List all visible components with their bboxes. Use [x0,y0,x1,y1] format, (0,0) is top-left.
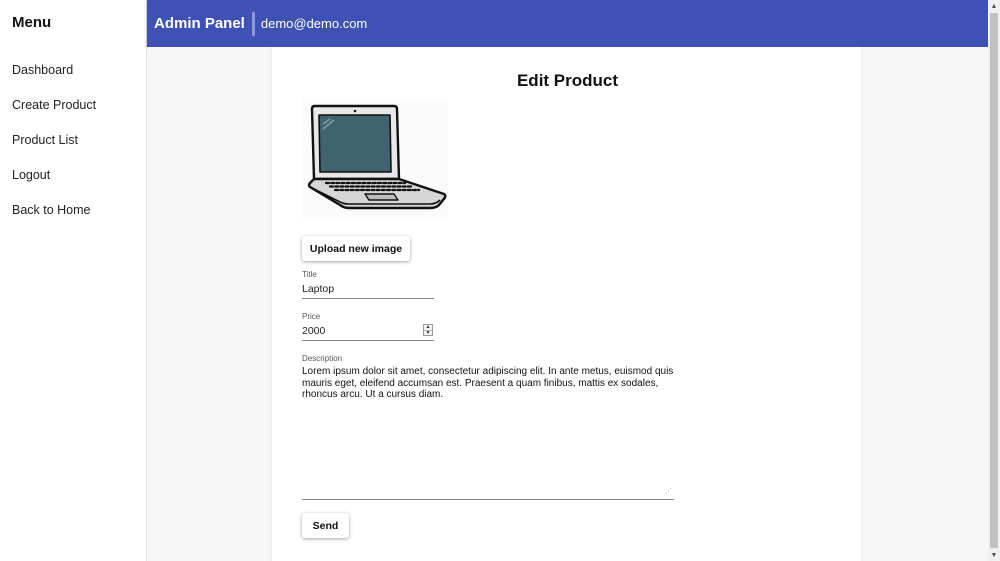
header-divider [251,11,255,36]
sidebar-item-logout[interactable]: Logout [0,163,146,198]
title-underline [302,298,434,299]
laptop-image [302,97,448,219]
title-label: Title [302,270,317,279]
stepper-down-icon[interactable]: ▼ [424,330,432,335]
menu-title: Menu [12,14,52,31]
description-textarea[interactable]: Lorem ipsum dolor sit amet, consectetur … [302,366,674,401]
sidebar-item-dashboard[interactable]: Dashboard [0,58,146,93]
price-label: Price [302,312,321,321]
description-underline [302,499,674,500]
page-title: Edit Product [516,71,619,90]
top-app-bar: Admin Panel demo@demo.com [147,0,988,47]
resize-grip-icon[interactable]: ⋰ [665,487,672,495]
scroll-up-arrow-icon[interactable]: ▲ [988,0,1000,12]
scrollbar-thumb[interactable] [990,13,998,548]
vertical-scrollbar[interactable]: ▲ ▼ [988,0,1000,561]
sidebar-item-product-list[interactable]: Product List [0,128,146,163]
price-stepper[interactable]: ▲ ▼ [423,324,433,336]
upload-image-button[interactable]: Upload new image [302,236,410,261]
main-content: Edit Product Upload new image Title Lapt… [147,47,988,561]
price-underline [302,340,434,341]
user-email: demo@demo.com [260,16,368,31]
sidebar-item-create-product[interactable]: Create Product [0,93,146,128]
scroll-down-arrow-icon[interactable]: ▼ [988,549,1000,561]
send-button[interactable]: Send [302,513,349,538]
description-label: Description [302,354,343,363]
edit-product-form: Edit Product Upload new image Title Lapt… [271,47,862,561]
price-input[interactable]: 2000 [302,325,325,337]
title-input[interactable]: Laptop [302,283,334,295]
sidebar-item-back-to-home[interactable]: Back to Home [0,198,146,233]
sidebar-menu: Dashboard Create Product Product List Lo… [0,58,146,233]
app-title: Admin Panel [154,15,245,32]
sidebar: Menu Dashboard Create Product Product Li… [0,0,147,561]
